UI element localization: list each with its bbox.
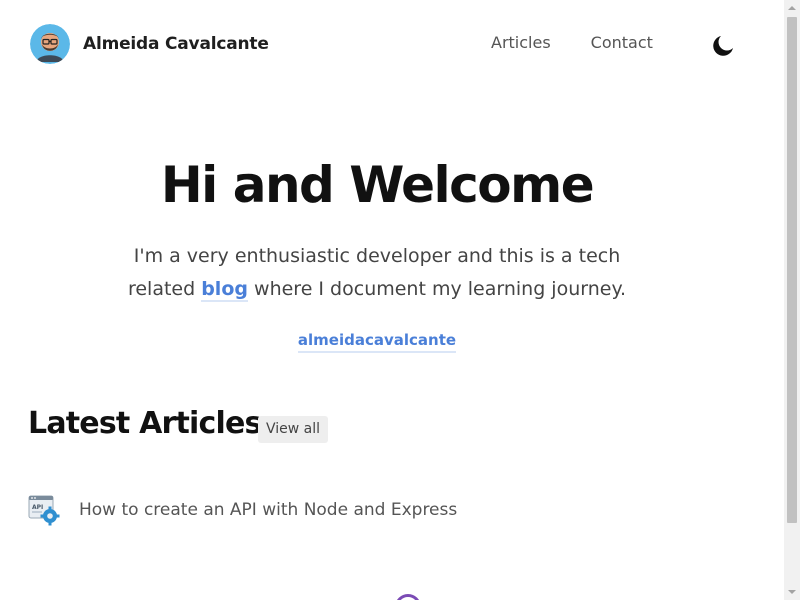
social-handle-link[interactable]: almeidacavalcante <box>297 331 457 353</box>
hero-intro-line2: related blog where I document my learnin… <box>0 273 754 306</box>
brand-link[interactable]: Almeida Cavalcante <box>30 24 269 64</box>
blog-link[interactable]: blog <box>201 278 248 302</box>
hero-title: Hi and Welcome <box>160 156 595 214</box>
hero-intro-prefix: related <box>127 278 202 300</box>
hero-intro-line1: I'm a very enthusiastic developer and th… <box>133 245 621 267</box>
hero-intro-suffix: where I document my learning journey. <box>247 278 627 300</box>
partial-icon <box>395 594 421 600</box>
vertical-scrollbar[interactable] <box>784 0 800 600</box>
scroll-down-arrow-icon[interactable] <box>784 584 800 600</box>
site-header: Almeida Cavalcante Articles Contact <box>0 0 784 88</box>
page: Almeida Cavalcante Articles Contact Hi a… <box>0 0 800 600</box>
api-gear-icon: API <box>28 495 60 526</box>
svg-text:API: API <box>32 504 43 511</box>
nav-contact[interactable]: Contact <box>591 33 653 52</box>
moon-icon <box>713 36 733 56</box>
brand-name: Almeida Cavalcante <box>83 34 269 54</box>
nav-articles[interactable]: Articles <box>491 33 551 52</box>
theme-toggle-button[interactable] <box>710 31 738 59</box>
article-title: How to create an API with Node and Expre… <box>79 500 458 520</box>
handle-container: almeidacavalcante <box>0 330 754 353</box>
view-all-button[interactable]: View all <box>258 416 329 443</box>
scroll-up-arrow-icon[interactable] <box>784 0 800 16</box>
avatar <box>30 24 70 64</box>
scrollbar-thumb[interactable] <box>787 17 797 523</box>
article-item[interactable]: API How to create an API with Node and E… <box>28 494 457 526</box>
latest-articles-title: Latest Articles <box>28 406 262 441</box>
main-nav: Articles Contact <box>491 33 653 52</box>
hero-intro: I'm a very enthusiastic developer and th… <box>0 240 754 306</box>
